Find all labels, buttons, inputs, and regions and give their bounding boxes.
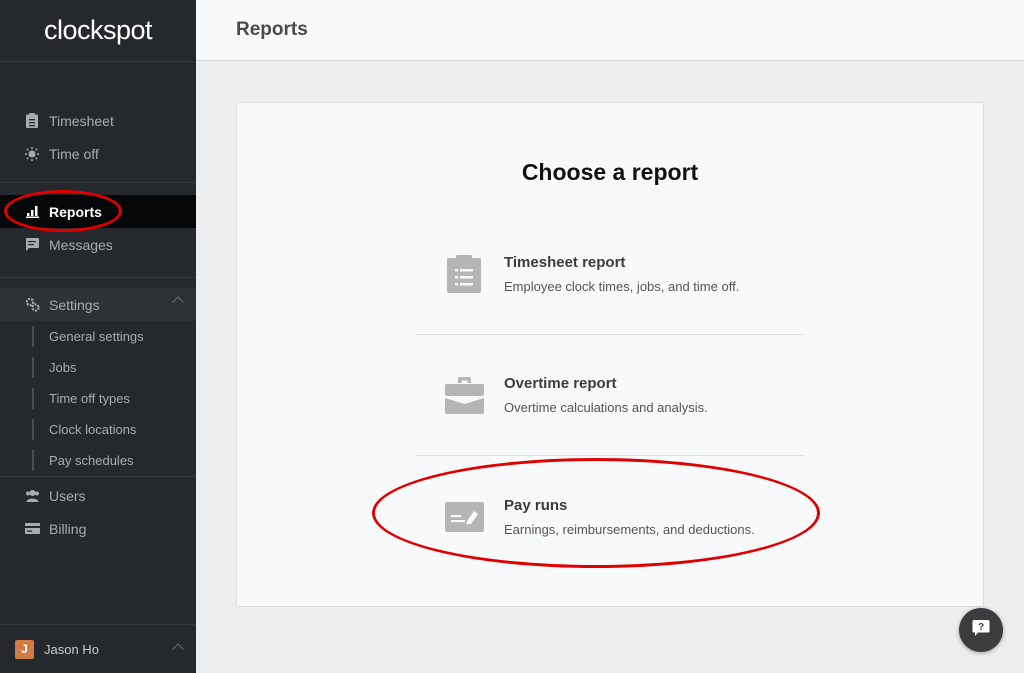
sidebar-item-settings[interactable]: Settings [0, 288, 196, 321]
users-icon [24, 488, 40, 504]
report-text: Timesheet report Employee clock times, j… [504, 254, 739, 294]
sidebar-item-messages[interactable]: Messages [0, 228, 196, 261]
sidebar-subitem-label: Pay schedules [49, 453, 134, 468]
nav-group-secondary: Reports Messages [0, 183, 196, 278]
user-menu[interactable]: J Jason Ho [0, 624, 196, 673]
report-description: Earnings, reimbursements, and deductions… [504, 521, 755, 537]
report-name: Overtime report [504, 375, 617, 392]
sidebar-item-label: Timesheet [49, 112, 114, 129]
nav-group-bottom: Users Billing [0, 477, 196, 545]
logo[interactable]: clockspot [0, 0, 196, 62]
top-bar: Reports [196, 0, 1024, 61]
report-option-overtime[interactable]: Overtime report Overtime calculations an… [415, 335, 805, 456]
sidebar-item-label: Messages [49, 236, 113, 253]
sidebar-item-billing[interactable]: Billing [0, 512, 196, 545]
page-title: Reports [236, 19, 308, 40]
report-description: Overtime calculations and analysis. [504, 400, 708, 415]
sidebar-subitem-label: General settings [49, 329, 144, 344]
pay-check-icon [444, 501, 484, 532]
sidebar-subitem-general-settings[interactable]: General settings [0, 321, 196, 352]
sidebar-subitem-label: Clock locations [49, 422, 137, 437]
sidebar-item-label: Users [49, 487, 86, 504]
sidebar-item-label: Billing [49, 520, 87, 537]
sidebar-item-label: Reports [49, 203, 102, 220]
report-text: Pay runs Earnings, reimbursements, and d… [504, 497, 755, 537]
chevron-up-icon[interactable] [172, 643, 184, 655]
sidebar-item-timesheet[interactable]: Timesheet [0, 104, 196, 137]
sidebar-item-users[interactable]: Users [0, 479, 196, 512]
briefcase-icon [444, 376, 484, 414]
help-chat-icon: ? [972, 619, 990, 642]
sidebar: clockspot Timesheet Time off Reports Mes… [0, 0, 196, 673]
report-chooser-card: Choose a report Timesheet report Employe… [236, 102, 984, 607]
message-icon [24, 237, 40, 253]
clipboard-icon [444, 255, 484, 293]
clipboard-icon [24, 113, 40, 129]
sidebar-subitem-jobs[interactable]: Jobs [0, 352, 196, 383]
sidebar-subitem-label: Time off types [49, 391, 130, 406]
avatar: J [15, 639, 34, 659]
sun-icon [24, 146, 40, 162]
report-name: Pay runs [504, 496, 568, 514]
report-option-timesheet[interactable]: Timesheet report Employee clock times, j… [415, 214, 805, 335]
sidebar-item-reports[interactable]: Reports [0, 195, 196, 228]
sidebar-item-label: Time off [49, 145, 99, 162]
report-name: Timesheet report [504, 254, 626, 271]
sidebar-item-label: Settings [49, 296, 100, 313]
sidebar-subitem-label: Jobs [49, 360, 77, 375]
sidebar-subitem-time-off-types[interactable]: Time off types [0, 383, 196, 414]
user-name: Jason Ho [44, 641, 99, 657]
card-title: Choose a report [521, 159, 699, 185]
svg-text:?: ? [978, 622, 984, 633]
bar-chart-icon [24, 204, 40, 220]
report-option-pay-runs[interactable]: Pay runs Earnings, reimbursements, and d… [415, 456, 805, 577]
help-chat-button[interactable]: ? [959, 608, 1003, 652]
gears-icon [24, 297, 40, 313]
nav-group-primary: Timesheet Time off [0, 62, 196, 183]
sidebar-subitem-pay-schedules[interactable]: Pay schedules [0, 445, 196, 476]
nav-group-settings: Settings General settings Jobs Time off … [0, 278, 196, 477]
report-text: Overtime report Overtime calculations an… [504, 375, 708, 415]
report-description: Employee clock times, jobs, and time off… [504, 279, 740, 294]
chevron-up-icon[interactable] [172, 296, 184, 308]
sidebar-item-time-off[interactable]: Time off [0, 137, 196, 170]
sidebar-subitem-clock-locations[interactable]: Clock locations [0, 414, 196, 445]
credit-card-icon [24, 521, 40, 537]
